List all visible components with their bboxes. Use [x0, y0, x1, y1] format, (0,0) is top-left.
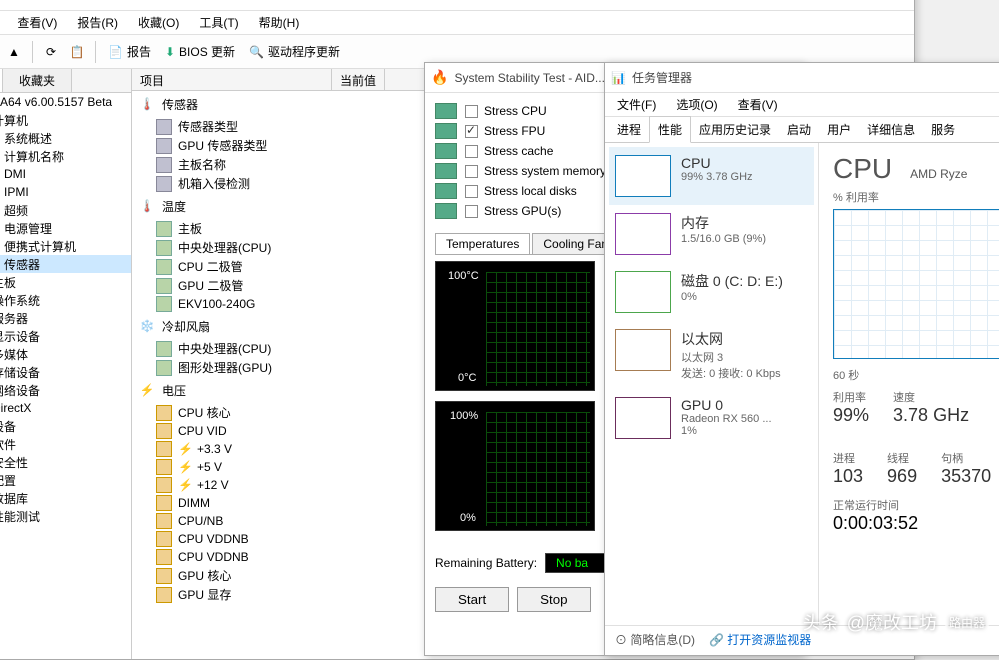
checkbox[interactable]	[465, 185, 478, 198]
aida-title: AIDA64 Extreme	[0, 0, 773, 3]
nav-tabs: 菜单 收藏夹	[0, 69, 131, 93]
checkbox[interactable]	[465, 165, 478, 178]
tree-item-4[interactable]: ⚡超频	[0, 201, 131, 219]
tm-title: 任务管理器	[632, 69, 999, 86]
fewer-details-button[interactable]: ⊙ 简略信息(D)	[615, 631, 695, 648]
tm-tab[interactable]: 进程	[609, 117, 649, 142]
aida-menubar: 文件(F) 查看(V) 报告(R) 收藏(O) 工具(T) 帮助(H)	[0, 11, 914, 35]
time-axis: 60 秒	[833, 367, 999, 383]
menu-favorites[interactable]: 收藏(O)	[130, 12, 187, 33]
task-manager-icon: 📊	[611, 71, 626, 85]
tree-category-8[interactable]: ▸🔌设备	[0, 417, 131, 435]
tree-item-6[interactable]: 💻便携式计算机	[0, 237, 131, 255]
tree-category-12[interactable]: ▸🗄️数据库	[0, 489, 131, 507]
minimize-button[interactable]: ─	[773, 0, 818, 10]
checkbox[interactable]	[465, 145, 478, 158]
tree-item-5[interactable]: 🔋电源管理	[0, 219, 131, 237]
uptime-value: 0:00:03:52	[833, 513, 999, 534]
tree-category-10[interactable]: ▸🛡️安全性	[0, 453, 131, 471]
tm-tabs: 进程性能应用历史记录启动用户详细信息服务	[605, 117, 999, 143]
tree-category-7[interactable]: ▸✳️DirectX	[0, 399, 131, 417]
menu-file[interactable]: 文件(F)	[0, 12, 5, 33]
col-value[interactable]: 当前值	[332, 69, 385, 90]
menu-report[interactable]: 报告(R)	[69, 12, 126, 33]
task-manager-window: 📊 任务管理器 文件(F) 选项(O) 查看(V) 进程性能应用历史记录启动用户…	[604, 62, 999, 656]
menu-help[interactable]: 帮助(H)	[251, 12, 308, 33]
tab-favorites[interactable]: 收藏夹	[3, 69, 72, 92]
stat: 句柄35370	[941, 450, 991, 487]
tm-tab[interactable]: 用户	[819, 117, 859, 142]
tree-category-6[interactable]: ▸🌐网络设备	[0, 381, 131, 399]
perf-tile-mem[interactable]: 内存1.5/16.0 GB (9%)	[609, 205, 814, 263]
col-item[interactable]: 项目	[132, 69, 332, 90]
aida-titlebar: 64 AIDA64 Extreme ─ ☐ ✕	[0, 0, 914, 11]
cpu-usage-chart	[833, 209, 999, 359]
cpu-detail: CPU AMD Ryze % 利用率 60 秒 利用率99% 速度3.78 GHz…	[819, 143, 999, 625]
checkbox[interactable]	[465, 105, 478, 118]
tree-category-2[interactable]: ▸🖧服务器	[0, 309, 131, 327]
utilization-graph: 100% 0%	[435, 401, 595, 531]
stat: 利用率99%	[833, 389, 869, 426]
maximize-button[interactable]: ☐	[818, 0, 863, 10]
tree-category-1[interactable]: ▸🪟操作系统	[0, 291, 131, 309]
driver-update-button[interactable]: 🔍驱动程序更新	[243, 41, 346, 62]
stat: 进程103	[833, 450, 863, 487]
tm-menu-options[interactable]: 选项(O)	[668, 94, 725, 115]
stat: 速度3.78 GHz	[893, 389, 969, 426]
tree-item-1[interactable]: 🏷️计算机名称	[0, 147, 131, 165]
tm-tab[interactable]: 性能	[649, 116, 691, 143]
flame-icon: 🔥	[431, 69, 448, 86]
tree-item-7[interactable]: 🌡️传感器	[0, 255, 131, 273]
copy-button[interactable]: 📋	[65, 40, 89, 64]
stat: 线程969	[887, 450, 917, 487]
navigation-tree[interactable]: ▾ 64 AIDA64 v6.00.5157 Beta ▾🖥️计算机 📋系统概述…	[0, 93, 132, 525]
tree-item-3[interactable]: ⚙️IPMI	[0, 183, 131, 201]
uptime-label: 正常运行时间	[833, 497, 999, 513]
detail-title: CPU	[833, 153, 892, 185]
resource-monitor-link[interactable]: 🔗 打开资源监视器	[709, 631, 811, 648]
tree-item-2[interactable]: 💾DMI	[0, 165, 131, 183]
chart-label: % 利用率	[833, 189, 999, 205]
stop-button[interactable]: Stop	[517, 587, 590, 612]
cpu-model: AMD Ryze	[910, 167, 967, 181]
tree-item-0[interactable]: 📋系统概述	[0, 129, 131, 147]
tm-tab[interactable]: 启动	[779, 117, 819, 142]
report-button[interactable]: 📄报告	[102, 41, 157, 62]
tree-category-11[interactable]: ▸⚙️配置	[0, 471, 131, 489]
tm-menu-view[interactable]: 查看(V)	[730, 94, 786, 115]
tm-tab[interactable]: 应用历史记录	[691, 117, 779, 142]
perf-tile-cpu[interactable]: CPU99% 3.78 GHz	[609, 147, 814, 205]
up-button[interactable]: ▲	[2, 40, 26, 64]
start-button[interactable]: Start	[435, 587, 509, 612]
checkbox[interactable]	[465, 125, 478, 138]
perf-tile-disk[interactable]: 磁盘 0 (C: D: E:)0%	[609, 263, 814, 321]
tm-titlebar: 📊 任务管理器	[605, 63, 999, 93]
tree-category-0[interactable]: ▸🔲主板	[0, 273, 131, 291]
tree-root[interactable]: ▾ 64 AIDA64 v6.00.5157 Beta	[0, 93, 131, 111]
battery-label: Remaining Battery:	[435, 556, 537, 570]
menu-view[interactable]: 查看(V)	[9, 12, 65, 33]
tree-category-5[interactable]: ▸💽存储设备	[0, 363, 131, 381]
tree-computer[interactable]: ▾🖥️计算机	[0, 111, 131, 129]
tree-category-9[interactable]: ▸📦软件	[0, 435, 131, 453]
tm-tab[interactable]: 详细信息	[859, 117, 923, 142]
tree-category-4[interactable]: ▸🎵多媒体	[0, 345, 131, 363]
tree-category-3[interactable]: ▸🖥️显示设备	[0, 327, 131, 345]
refresh-button[interactable]: ⟳	[39, 40, 63, 64]
menu-tools[interactable]: 工具(T)	[191, 12, 246, 33]
tm-tab[interactable]: 服务	[923, 117, 963, 142]
tm-footer: ⊙ 简略信息(D) 🔗 打开资源监视器	[605, 625, 999, 653]
tab-temperatures[interactable]: Temperatures	[435, 233, 530, 254]
close-button[interactable]: ✕	[863, 0, 908, 10]
bios-update-button[interactable]: ⬇BIOS 更新	[159, 41, 241, 62]
tree-category-13[interactable]: ▸📈性能测试	[0, 507, 131, 525]
perf-tile-eth[interactable]: 以太网以太网 3发送: 0 接收: 0 Kbps	[609, 321, 814, 389]
temperature-graph: 100°C 0°C	[435, 261, 595, 391]
tm-menu-file[interactable]: 文件(F)	[609, 94, 664, 115]
perf-tiles: CPU99% 3.78 GHz内存1.5/16.0 GB (9%)磁盘 0 (C…	[605, 143, 819, 625]
checkbox[interactable]	[465, 205, 478, 218]
perf-tile-gpu[interactable]: GPU 0Radeon RX 560 ...1%	[609, 389, 814, 447]
tm-menubar: 文件(F) 选项(O) 查看(V)	[605, 93, 999, 117]
